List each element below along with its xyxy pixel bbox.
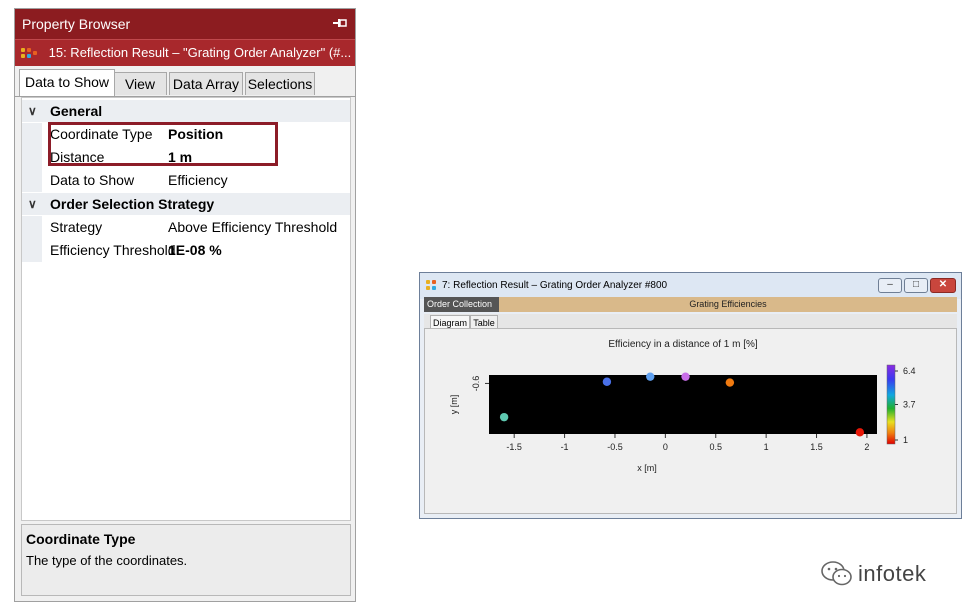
result-subtitle-bar: 15: Reflection Result – "Grating Order A…	[15, 39, 355, 66]
maximize-icon[interactable]: □	[904, 278, 928, 293]
colorbar	[886, 364, 896, 445]
x-tick-label: 1.5	[810, 442, 823, 452]
x-axis-label: x [m]	[637, 463, 657, 473]
tab-data-array[interactable]: Data Array	[169, 72, 243, 95]
chevron-down-icon[interactable]: ∨	[28, 100, 37, 122]
property-tabs: Data to Show View Data Array Selections	[15, 66, 355, 97]
panel-title: Property Browser	[22, 16, 131, 32]
x-tick-label: 0	[663, 442, 668, 452]
data-point	[646, 372, 655, 381]
data-point	[725, 378, 735, 387]
wechat-icon	[821, 561, 852, 586]
tab-table[interactable]: Table	[470, 315, 498, 329]
colorbar-tick-label: 6.4	[903, 366, 916, 376]
collection-bar: Order Collection Grating Efficiencies	[424, 297, 957, 312]
grid-icon	[426, 280, 442, 292]
category-order-selection-strategy[interactable]: ∨ Order Selection Strategy	[22, 193, 350, 215]
description-text: The type of the coordinates.	[26, 553, 188, 568]
tab-view[interactable]: View	[113, 72, 167, 95]
property-row-efficiency-threshold[interactable]: Efficiency Threshold 1E-08 %	[22, 239, 350, 262]
pin-icon[interactable]	[333, 9, 347, 39]
x-tick-label: 2	[864, 442, 869, 452]
result-window: 7: Reflection Result – Grating Order Ana…	[419, 272, 962, 519]
property-value[interactable]: Efficiency	[168, 169, 228, 192]
colorbar-tick-label: 1	[903, 435, 908, 445]
watermark-text: infotek	[858, 561, 927, 586]
window-title: 7: Reflection Result – Grating Order Ana…	[442, 280, 668, 291]
row-gutter	[22, 216, 42, 239]
result-subtitle: 15: Reflection Result – "Grating Order A…	[48, 45, 352, 60]
description-title: Coordinate Type	[26, 531, 136, 547]
grating-efficiencies-label[interactable]: Grating Efficiencies	[499, 297, 957, 312]
y-tick-label: -0.6	[471, 376, 481, 392]
property-key: Efficiency Threshold	[50, 242, 176, 258]
x-tick-label: -1.5	[506, 442, 522, 452]
data-point	[681, 372, 690, 381]
property-grid: ∨ General Coordinate Type Position Dista…	[21, 97, 351, 521]
description-panel: Coordinate Type The type of the coordina…	[21, 524, 351, 596]
y-axis-label: y [m]	[449, 395, 459, 415]
x-tick-label: -1	[561, 442, 569, 452]
diagram-tabs: Diagram Table	[424, 314, 957, 329]
property-value[interactable]: Above Efficiency Threshold	[168, 216, 337, 239]
window-title-bar: 7: Reflection Result – Grating Order Ana…	[420, 273, 961, 299]
row-gutter	[22, 239, 42, 262]
property-value[interactable]: 1E-08 %	[168, 239, 222, 262]
row-gutter	[22, 123, 42, 146]
minimize-icon[interactable]: –	[878, 278, 902, 293]
category-label: General	[50, 103, 103, 119]
property-key: Data to Show	[50, 172, 135, 188]
data-point	[499, 412, 509, 422]
property-browser-panel: Property Browser 15: Reflection Result –…	[14, 8, 356, 602]
row-gutter	[22, 169, 42, 192]
diagram-area: Efficiency in a distance of 1 m [%] -1.5 -…	[424, 328, 957, 514]
highlight-box	[48, 122, 278, 166]
category-label: Order Selection Strategy	[50, 196, 215, 212]
row-gutter	[22, 146, 42, 169]
panel-title-bar: Property Browser	[15, 9, 355, 39]
x-tick-label: 0.5	[709, 442, 722, 452]
chart-title: Efficiency in a distance of 1 m [%]	[608, 339, 758, 350]
data-point	[602, 377, 612, 386]
property-key: Strategy	[50, 219, 103, 235]
scatter-chart: Efficiency in a distance of 1 m [%] -1.5 -…	[449, 339, 916, 473]
tab-data-to-show[interactable]: Data to Show	[19, 69, 115, 96]
colorbar-tick-label: 3.7	[903, 400, 916, 410]
order-collection-button[interactable]: Order Collection	[424, 297, 499, 312]
tab-diagram[interactable]: Diagram	[430, 315, 470, 329]
tab-selections[interactable]: Selections	[245, 72, 315, 95]
grid-icon	[21, 47, 37, 60]
watermark: infotek	[820, 560, 950, 590]
plot-background	[489, 375, 877, 434]
close-icon[interactable]: ✕	[930, 278, 956, 293]
category-general[interactable]: ∨ General	[22, 100, 350, 122]
chevron-down-icon[interactable]: ∨	[28, 193, 37, 215]
property-row-data-to-show[interactable]: Data to Show Efficiency	[22, 169, 350, 192]
x-tick-label: 1	[764, 442, 769, 452]
property-row-strategy[interactable]: Strategy Above Efficiency Threshold	[22, 216, 350, 239]
data-point	[855, 428, 865, 437]
x-tick-label: -0.5	[607, 442, 623, 452]
